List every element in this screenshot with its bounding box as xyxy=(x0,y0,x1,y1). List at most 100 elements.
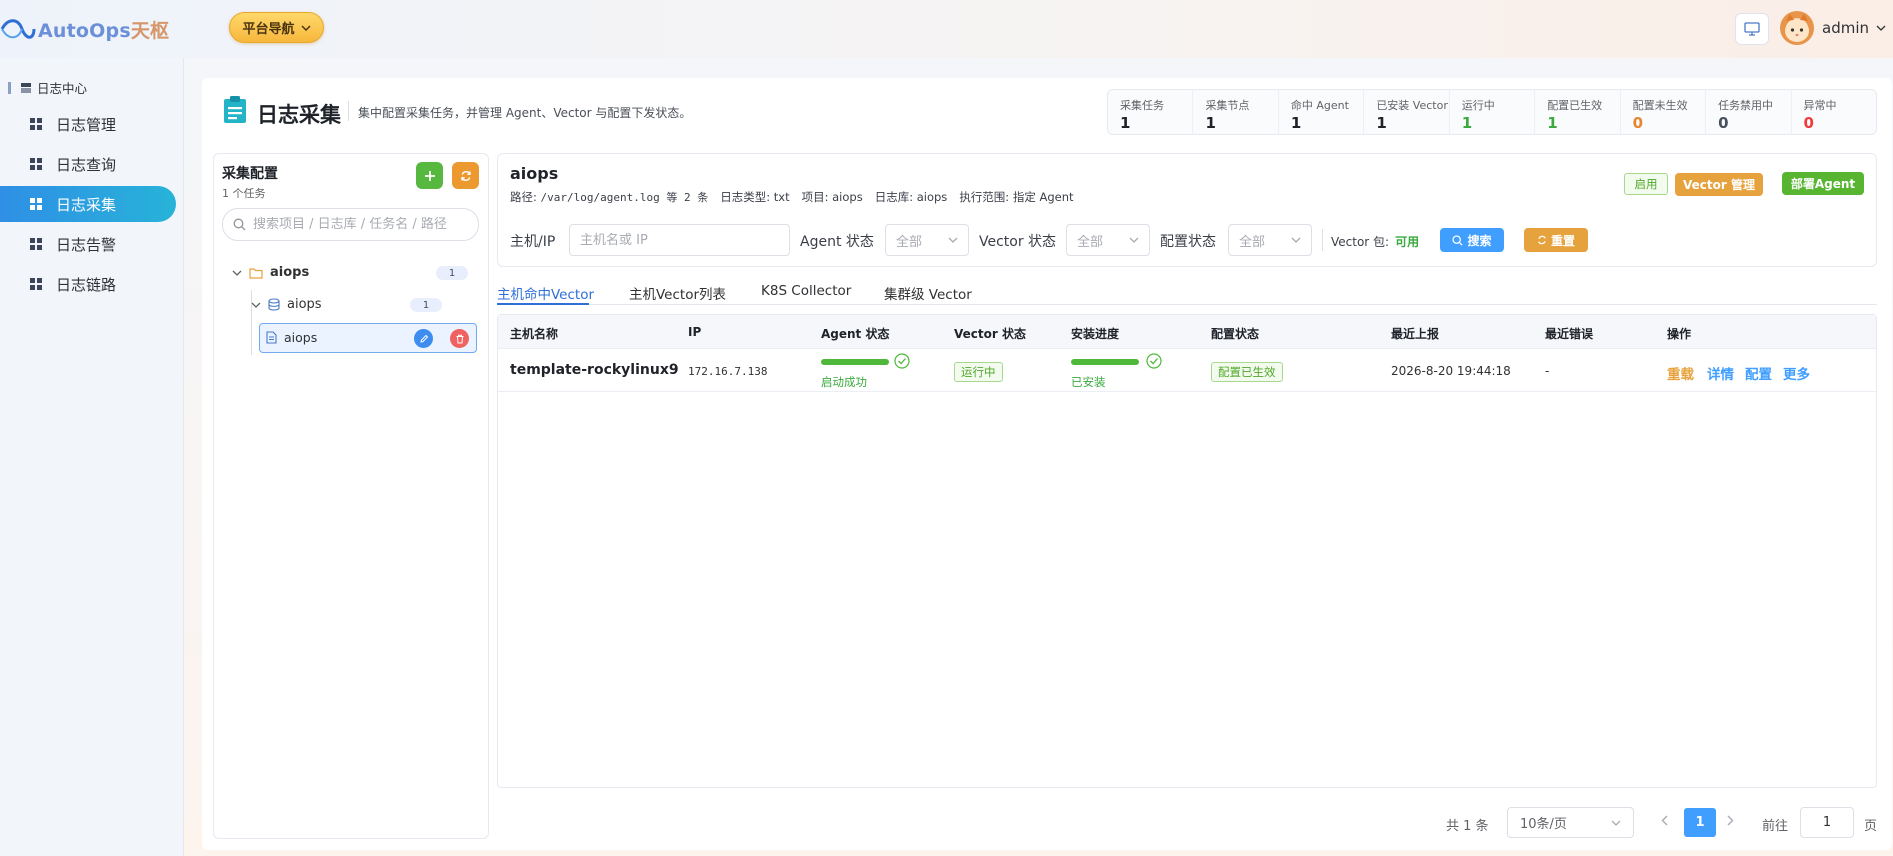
prev-page-button[interactable] xyxy=(1661,814,1668,830)
tree-node-logstore[interactable]: aiops xyxy=(251,297,322,312)
refresh-tree-button[interactable] xyxy=(452,162,479,189)
database-icon xyxy=(268,298,280,311)
logo[interactable]: AutoOps天枢 xyxy=(0,14,169,44)
stat-value: 1 xyxy=(1461,114,1473,132)
username: admin xyxy=(1822,19,1869,37)
tree-node-project[interactable]: aiops xyxy=(232,265,309,280)
stat-label: 命中 Agent xyxy=(1290,99,1349,112)
tree-search-box[interactable] xyxy=(222,208,479,241)
tree-node-label: aiops xyxy=(287,297,322,312)
stat-value: 0 xyxy=(1803,114,1814,132)
trash-icon xyxy=(456,334,463,343)
add-task-button[interactable] xyxy=(416,162,443,189)
agent-status-label: Agent 状态 xyxy=(800,234,874,250)
sidebar-item-log-management[interactable]: 日志管理 xyxy=(0,106,176,142)
deploy-agent-button[interactable]: 部署Agent xyxy=(1782,172,1864,195)
store-label: 日志库: xyxy=(874,190,914,204)
chevron-down-icon xyxy=(300,24,311,31)
chevron-down-icon xyxy=(948,237,958,243)
stat-value: 1 xyxy=(1547,114,1558,132)
page-size-value: 10条/页 xyxy=(1520,817,1567,832)
chevron-down-icon xyxy=(251,302,261,308)
sidebar-item-log-query[interactable]: 日志查询 xyxy=(0,146,176,182)
host-filter-input[interactable] xyxy=(569,224,790,256)
monitor-button[interactable] xyxy=(1735,13,1769,45)
config-status-label: 配置状态 xyxy=(1160,234,1216,250)
chevron-down-icon xyxy=(232,270,242,276)
grid-icon xyxy=(30,158,42,170)
install-status-text: 已安装 xyxy=(1071,375,1106,389)
install-progress-bar xyxy=(1071,359,1139,365)
tree-search-input[interactable] xyxy=(253,217,473,232)
scope-value: 指定 Agent xyxy=(1012,190,1074,204)
tree-node-task-content[interactable]: aiops xyxy=(266,330,317,345)
detail-link[interactable]: 详情 xyxy=(1707,363,1734,383)
sidebar-item-label: 日志管理 xyxy=(56,115,117,134)
vector-manage-button[interactable]: Vector 管理 xyxy=(1675,173,1763,196)
column-header: 最近错误 xyxy=(1545,327,1594,341)
vector-status-select[interactable]: 全部 xyxy=(1066,224,1150,256)
stat-value: 1 xyxy=(1376,114,1387,132)
platform-nav-button[interactable]: 平台导航 xyxy=(229,12,324,43)
tab-cluster-vector[interactable]: 集群级 Vector xyxy=(884,283,972,303)
type-meta: 日志类型: txt xyxy=(720,189,789,205)
vector-package-label: Vector 包: xyxy=(1331,235,1390,249)
chevron-left-icon xyxy=(1661,815,1668,826)
divider xyxy=(1322,229,1323,251)
document-icon xyxy=(266,331,277,344)
column-header: 操作 xyxy=(1667,327,1692,341)
select-value: 全部 xyxy=(896,234,923,250)
store-value: aiops xyxy=(916,190,948,204)
stat-item: 采集任务 1 xyxy=(1108,90,1194,134)
page-size-select[interactable]: 10条/页 xyxy=(1507,807,1634,838)
brand-name: AutoOps天枢 xyxy=(38,16,169,43)
avatar[interactable] xyxy=(1780,11,1814,45)
brand-name-en: AutoOps xyxy=(38,19,131,42)
reload-link[interactable]: 重载 xyxy=(1667,363,1694,383)
last-error-cell: - xyxy=(1545,364,1550,378)
agent-status-select[interactable]: 全部 xyxy=(885,224,969,256)
sidebar-group-log-center[interactable]: 日志中心 xyxy=(8,78,87,97)
ip-cell: 172.16.7.138 xyxy=(688,365,768,378)
sidebar-item-log-alert[interactable]: 日志告警 xyxy=(0,226,176,262)
platform-nav-label: 平台导航 xyxy=(242,22,295,37)
log-center-icon xyxy=(21,82,31,93)
grid-icon xyxy=(30,118,42,130)
config-status-select[interactable]: 全部 xyxy=(1228,224,1312,256)
more-link[interactable]: 更多 xyxy=(1783,363,1810,383)
edit-icon xyxy=(419,334,428,343)
page-suffix: 页 xyxy=(1864,819,1878,834)
user-menu[interactable]: admin xyxy=(1822,19,1886,37)
sidebar-item-log-trace[interactable]: 日志链路 xyxy=(0,266,176,302)
tab-k8s-collector[interactable]: K8S Collector xyxy=(761,283,851,299)
brand-name-cn: 天枢 xyxy=(130,19,170,42)
next-page-button[interactable] xyxy=(1727,814,1734,830)
tab-host-vector-list[interactable]: 主机Vector列表 xyxy=(629,283,726,303)
config-link[interactable]: 配置 xyxy=(1745,363,1772,383)
tab-host-hit-vector[interactable]: 主机命中Vector xyxy=(497,283,594,303)
stat-value: 1 xyxy=(1290,114,1302,132)
last-report-cell: 2026-8-20 19:44:18 xyxy=(1391,364,1511,378)
grid-icon xyxy=(30,198,42,210)
vector-package-status: Vector 包: 可用 xyxy=(1331,233,1419,250)
edit-task-button[interactable] xyxy=(414,329,433,348)
config-status-tag: 配置已生效 xyxy=(1211,362,1283,382)
project-meta: 项目: aiops xyxy=(802,189,863,205)
search-icon xyxy=(1452,234,1464,246)
goto-page-input[interactable] xyxy=(1800,807,1854,838)
tree-subtitle: 1 个任务 xyxy=(222,187,266,200)
page-number-current[interactable]: 1 xyxy=(1684,808,1716,837)
column-header: 安装进度 xyxy=(1071,327,1120,341)
delete-task-button[interactable] xyxy=(450,329,469,348)
search-button[interactable]: 搜索 xyxy=(1440,228,1504,252)
chevron-right-icon xyxy=(1727,815,1734,826)
path-label: 路径: xyxy=(510,190,537,204)
goto-label: 前往 xyxy=(1762,819,1789,834)
stat-label: 配置已生效 xyxy=(1547,99,1603,112)
sidebar-item-log-collection[interactable]: 日志采集 xyxy=(0,186,176,222)
reset-button[interactable]: 重置 xyxy=(1524,228,1588,252)
stat-item: 配置已生效 1 xyxy=(1535,90,1621,134)
search-icon xyxy=(233,218,246,231)
sidebar-item-label: 日志采集 xyxy=(56,195,117,214)
chevron-down-icon xyxy=(1611,820,1621,826)
